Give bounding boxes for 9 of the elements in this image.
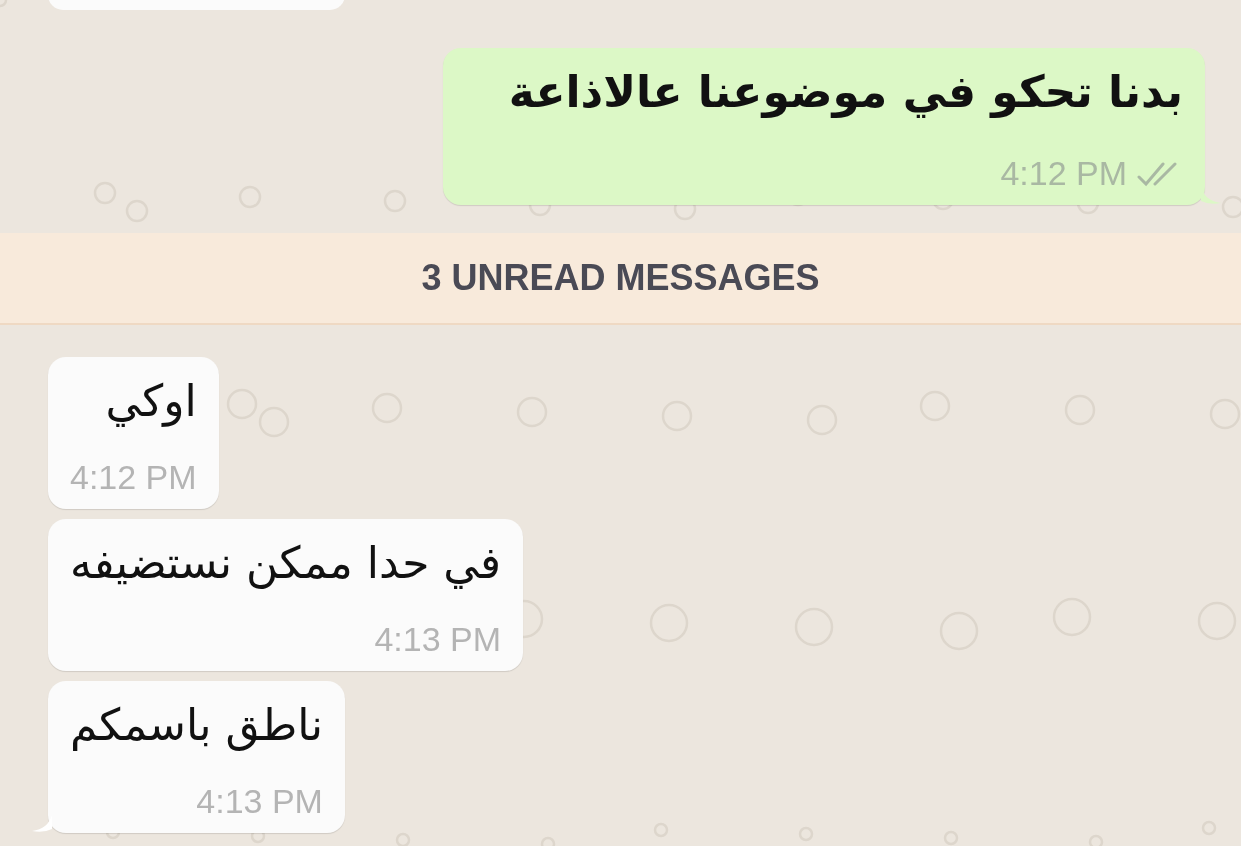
message-time: 4:13 PM: [374, 620, 502, 659]
message-time: 4:12 PM: [70, 458, 197, 497]
message-time: 4:12 PM: [1000, 154, 1127, 193]
message-text: اوكي: [105, 374, 197, 429]
unread-label: 3 UNREAD MESSAGES: [421, 257, 820, 299]
message-time: 4:13 PM: [196, 782, 323, 821]
message-text: في حدا ممكن نستضيفه: [70, 536, 502, 591]
message-text: ناطق باسمكم: [70, 698, 323, 753]
message-text: بدنا تحكو في موضوعنا عالاذاعة: [508, 65, 1183, 120]
